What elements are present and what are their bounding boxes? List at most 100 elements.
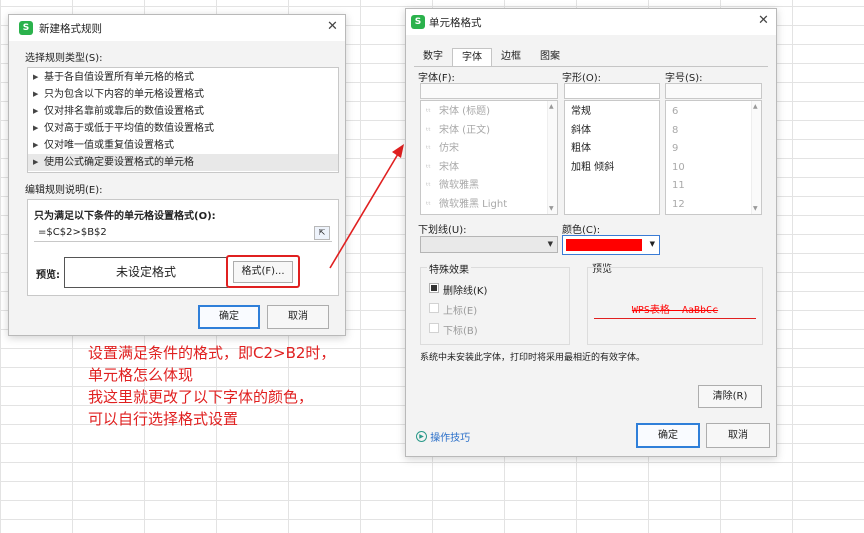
font-size-item[interactable]: 10 <box>666 159 761 178</box>
cell-format-dialog: S 单元格格式 ✕ 数字 字体 边框 图案 字体(F): ᵗᵗ 宋体 (标题) ᵗ… <box>405 8 777 457</box>
font-size-input[interactable] <box>665 83 762 99</box>
rule-type-item-selected[interactable]: ▶ 使用公式确定要设置格式的单元格 <box>28 154 338 171</box>
formula-input[interactable]: =$C$2>$B$2 ⇱ <box>34 225 332 242</box>
dialog-titlebar: S 新建格式规则 ✕ <box>9 15 345 41</box>
scroll-up-icon[interactable]: ▲ <box>753 103 758 110</box>
annotation-line: 单元格怎么体现 <box>88 366 194 384</box>
font-not-installed-note: 系统中未安装此字体，打印时将采用最相近的有效字体。 <box>420 353 646 363</box>
app-logo-icon: S <box>19 21 33 35</box>
clear-button-label: 清除(R) <box>712 391 748 402</box>
scroll-down-icon[interactable]: ▼ <box>753 205 758 212</box>
tab-border[interactable]: 边框 <box>494 48 528 67</box>
font-list-item[interactable]: ᵗᵗ 宋体 (正文) <box>421 122 557 141</box>
font-style-item[interactable]: 加粗 倾斜 <box>565 159 659 178</box>
tab-label: 字体 <box>462 52 482 63</box>
font-style-item[interactable]: 常规 <box>565 103 659 122</box>
font-size-item[interactable]: 11 <box>666 177 761 196</box>
cancel-button[interactable]: 取消 <box>706 423 770 448</box>
rule-type-item[interactable]: ▶ 只为包含以下内容的单元格设置格式 <box>28 86 338 103</box>
font-size-item[interactable]: 6 <box>666 103 761 122</box>
font-list-scrollbar[interactable]: ▲ ▼ <box>547 101 557 214</box>
dialog-title: 单元格格式 <box>429 17 482 29</box>
rule-type-item[interactable]: ▶ 基于各自值设置所有单元格的格式 <box>28 69 338 86</box>
subscript-checkbox[interactable] <box>429 323 439 333</box>
rule-type-label-text: 仅对高于或低于平均值的数值设置格式 <box>44 123 214 134</box>
font-style-name: 斜体 <box>571 124 591 136</box>
range-select-icon[interactable]: ⇱ <box>314 226 330 240</box>
font-style-item[interactable]: 粗体 <box>565 140 659 159</box>
dialog-title: 新建格式规则 <box>39 23 102 35</box>
font-size-value: 10 <box>672 161 685 173</box>
preview-sample: WPS表格 AaBbCc <box>594 301 756 319</box>
font-size-value: 8 <box>672 124 679 136</box>
superscript-checkbox[interactable] <box>429 303 439 313</box>
tab-number[interactable]: 数字 <box>416 48 450 67</box>
font-size-value: 6 <box>672 106 679 117</box>
font-size-item[interactable]: 9 <box>666 140 761 159</box>
new-format-rule-dialog: S 新建格式规则 ✕ 选择规则类型(S): ▶ 基于各自值设置所有单元格的格式 ▶… <box>8 14 346 336</box>
font-size-list[interactable]: 6 8 9 10 11 12 ▲ ▼ <box>665 100 762 215</box>
font-name: 微软雅黑 Light <box>439 198 508 210</box>
font-size-item[interactable]: 8 <box>666 122 761 141</box>
strikethrough-checkbox[interactable] <box>429 283 439 293</box>
color-select[interactable]: ▼ <box>562 235 660 255</box>
font-list-item[interactable]: ᵗᵗ 仿宋 <box>421 140 557 159</box>
rule-type-label: 选择规则类型(S): <box>25 53 103 64</box>
tab-divider <box>414 66 768 67</box>
style-label: 字形(O): <box>562 73 602 84</box>
font-name-input[interactable] <box>420 83 558 99</box>
scroll-up-icon[interactable]: ▲ <box>549 103 554 110</box>
ok-button[interactable]: 确定 <box>198 305 260 329</box>
rule-type-label-text: 只为包含以下内容的单元格设置格式 <box>44 89 204 100</box>
font-size-item[interactable]: 12 <box>666 196 761 215</box>
expand-triangle-icon: ▶ <box>33 107 39 115</box>
font-name: 宋体 (标题) <box>439 106 490 117</box>
font-list[interactable]: ᵗᵗ 宋体 (标题) ᵗᵗ 宋体 (正文) ᵗᵗ 仿宋 ᵗᵗ 宋体 ᵗᵗ 微软雅黑 ᵗᵗ 微… <box>420 100 558 215</box>
annotation-text: 设置满足条件的格式，即C2>B2时， 单元格怎么体现 我这里就更改了以下字体的颜… <box>88 342 335 430</box>
close-icon[interactable]: ✕ <box>758 13 769 28</box>
preview-box: WPS表格 AaBbCc <box>587 267 763 345</box>
font-list-item[interactable]: ᵗᵗ 宋体 <box>421 159 557 178</box>
tab-font[interactable]: 字体 <box>452 48 492 67</box>
font-style-list[interactable]: 常规 斜体 粗体 加粗 倾斜 <box>564 100 660 215</box>
rule-description-panel: 只为满足以下条件的单元格设置格式(O): =$C$2>$B$2 ⇱ 预览: 未设… <box>27 199 339 296</box>
edit-desc-label: 编辑规则说明(E): <box>25 185 103 196</box>
preview-box: 未设定格式 <box>64 257 228 288</box>
rule-type-item[interactable]: ▶ 仅对唯一值或重复值设置格式 <box>28 137 338 154</box>
font-glyph-icon: ᵗᵗ <box>426 162 431 172</box>
rule-type-item[interactable]: ▶ 仅对排名靠前或靠后的数值设置格式 <box>28 103 338 120</box>
font-style-name: 加粗 倾斜 <box>571 161 615 173</box>
font-label: 字体(F): <box>418 73 455 84</box>
tips-link[interactable]: ▶ 操作技巧 <box>416 429 470 444</box>
scroll-down-icon[interactable]: ▼ <box>549 205 554 212</box>
color-swatch <box>566 239 642 251</box>
chevron-down-icon: ▼ <box>649 240 655 248</box>
expand-triangle-icon: ▶ <box>33 158 39 166</box>
format-button-highlight <box>226 255 300 288</box>
rule-type-label-text: 仅对唯一值或重复值设置格式 <box>44 140 174 151</box>
chevron-down-icon: ▼ <box>547 240 553 248</box>
underline-select[interactable]: ▼ <box>420 236 558 253</box>
effects-group: 特殊效果 删除线(K) 上标(E) 下标(B) <box>420 261 570 345</box>
size-list-scrollbar[interactable]: ▲ ▼ <box>751 101 761 214</box>
font-list-item[interactable]: ᵗᵗ 微软雅黑 Light <box>421 196 557 215</box>
tab-pattern[interactable]: 图案 <box>530 48 570 67</box>
superscript-label: 上标(E) <box>443 306 478 317</box>
font-style-name: 常规 <box>571 106 591 117</box>
rule-type-item[interactable]: ▶ 仅对高于或低于平均值的数值设置格式 <box>28 120 338 137</box>
tab-label: 图案 <box>540 51 560 62</box>
tab-label: 数字 <box>423 51 443 62</box>
font-name: 宋体 (正文) <box>439 124 490 136</box>
font-list-item[interactable]: ᵗᵗ 宋体 (标题) <box>421 103 557 122</box>
rule-type-label-text: 使用公式确定要设置格式的单元格 <box>44 157 194 168</box>
dialog-titlebar: S 单元格格式 ✕ <box>406 9 776 35</box>
cancel-button[interactable]: 取消 <box>267 305 329 329</box>
ok-button[interactable]: 确定 <box>636 423 700 448</box>
font-glyph-icon: ᵗᵗ <box>426 199 431 209</box>
font-list-item[interactable]: ᵗᵗ 微软雅黑 <box>421 177 557 196</box>
font-style-item[interactable]: 斜体 <box>565 122 659 141</box>
font-style-input[interactable] <box>564 83 660 99</box>
font-glyph-icon: ᵗᵗ <box>426 144 431 153</box>
clear-button[interactable]: 清除(R) <box>698 385 762 408</box>
close-icon[interactable]: ✕ <box>327 19 338 34</box>
